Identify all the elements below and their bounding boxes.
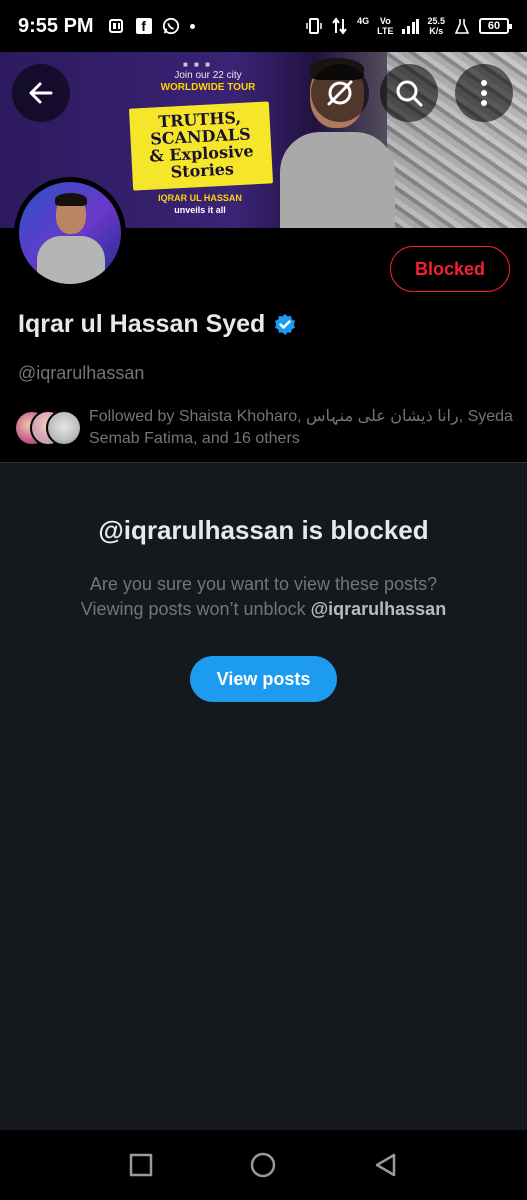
- banner-flags: ■ ■ ■: [183, 60, 212, 69]
- profile-handle: @iqrarulhassan: [18, 363, 145, 383]
- blocked-title: @iqrarulhassan is blocked: [98, 515, 429, 545]
- follower-avatar: [46, 410, 82, 446]
- blocked-message-handle: @iqrarulhassan: [310, 599, 447, 619]
- search-icon: [396, 80, 423, 107]
- followed-by-text: Followed by Shaista Khoharo, رانا ذیشان …: [89, 408, 513, 447]
- blocked-message-prefix: Viewing posts won’t unblock: [80, 599, 311, 619]
- blocked-button[interactable]: Blocked: [390, 246, 510, 292]
- profile-avatar-button[interactable]: [14, 177, 126, 289]
- volte-label-bottom: LTE: [377, 26, 394, 36]
- signal-icon: [401, 17, 420, 35]
- banner-headline-box: TRUTHS, SCANDALS & Explosive Stories: [128, 101, 274, 191]
- news-app-icon: [108, 17, 126, 35]
- more-options-button[interactable]: [455, 64, 513, 122]
- back-nav-button[interactable]: [371, 1150, 401, 1180]
- blocked-message-line1: Are you sure you want to view these post…: [89, 574, 438, 594]
- avatar: [19, 182, 121, 284]
- facebook-icon: f: [135, 18, 152, 34]
- view-posts-button[interactable]: View posts: [190, 656, 337, 702]
- status-notification-icons: f: [108, 17, 195, 35]
- followed-by-row[interactable]: Followed by Shaista Khoharo, رانا ذیشان …: [14, 406, 514, 450]
- volte-label: Vo LTE: [377, 16, 393, 36]
- status-time: 9:55 PM: [18, 14, 94, 37]
- avatar-body: [37, 236, 105, 284]
- search-button[interactable]: [380, 64, 438, 122]
- battery-indicator: 60: [479, 18, 512, 34]
- data-transfer-icon: [331, 17, 349, 35]
- banner-person-body: [280, 132, 395, 228]
- circle-icon: [251, 1152, 276, 1178]
- status-bar: 9:55 PM f 4G Vo LTE 25.5 K/s 60: [0, 0, 527, 52]
- banner-host-sub: unveils it all: [174, 205, 226, 215]
- blocked-notice-panel: [0, 463, 527, 1130]
- network-type-label: 4G: [357, 16, 370, 26]
- recents-button[interactable]: [126, 1150, 156, 1180]
- network-speed: 25.5 K/s: [427, 16, 445, 36]
- volte-label-top: Vo: [379, 16, 391, 26]
- grok-icon: [327, 80, 353, 106]
- blocked-message: Are you sure you want to view these post…: [20, 572, 507, 622]
- blocked-message-line2: Viewing posts won’t unblock @iqrarulhass…: [20, 597, 507, 622]
- banner-tour-line2: WORLDWIDE TOUR: [160, 82, 256, 93]
- back-button[interactable]: [12, 64, 70, 122]
- system-navigation-bar: [0, 1130, 527, 1200]
- arrow-left-icon: [29, 82, 53, 104]
- flask-icon: [453, 17, 471, 35]
- vibrate-icon: [305, 17, 323, 35]
- follower-avatars: [14, 406, 84, 446]
- display-name-text: Iqrar ul Hassan Syed: [18, 310, 266, 338]
- banner-host-name: IQRAR UL HASSAN: [158, 193, 242, 203]
- profile-display-name: Iqrar ul Hassan Syed: [18, 310, 297, 339]
- whatsapp-icon: [162, 17, 180, 35]
- verified-badge-icon: [275, 313, 296, 335]
- grok-button[interactable]: [311, 64, 369, 122]
- status-system-icons: 4G Vo LTE 25.5 K/s 60: [305, 16, 512, 36]
- square-icon: [129, 1153, 153, 1177]
- triangle-back-icon: [375, 1153, 396, 1177]
- avatar-hair: [55, 193, 87, 206]
- network-speed-value: 25.5: [427, 16, 445, 26]
- more-notifications-dot: [189, 23, 195, 29]
- banner-tour-line1: Join our 22 city: [174, 70, 242, 81]
- home-button[interactable]: [248, 1150, 278, 1180]
- more-vertical-icon: [481, 80, 487, 106]
- network-speed-unit: K/s: [429, 26, 444, 36]
